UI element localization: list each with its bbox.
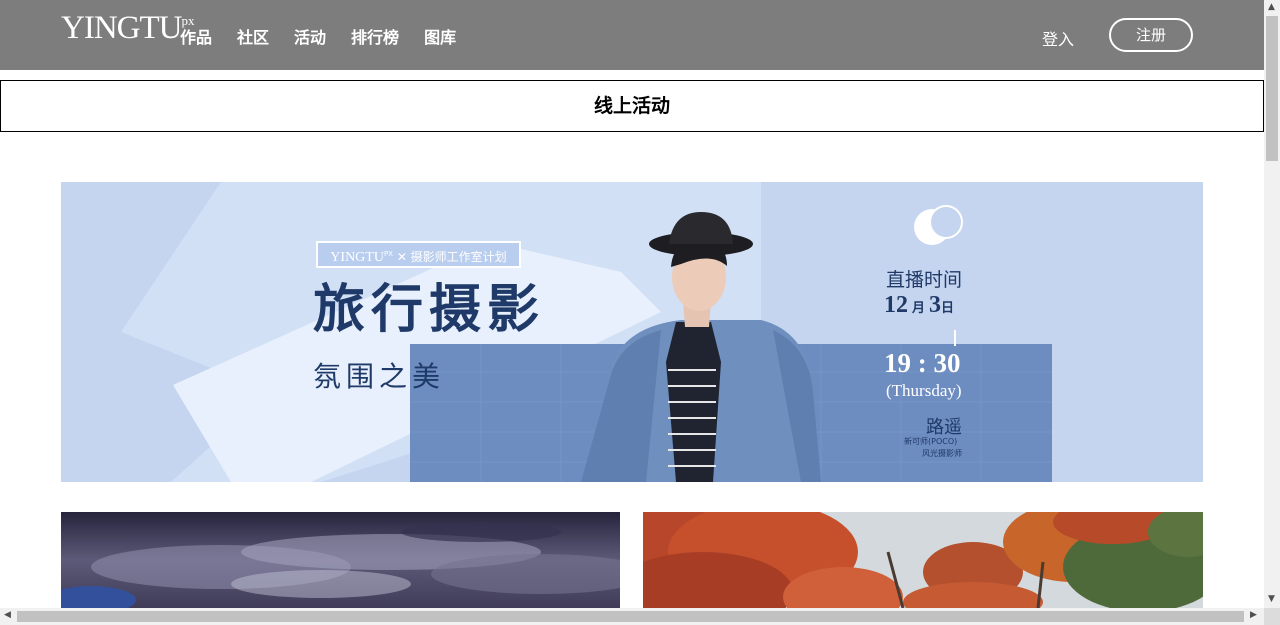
banner-brand-box: YINGTUPX ✕ 摄影师工作室计划: [316, 241, 521, 268]
date-day-unit: 日: [941, 300, 955, 315]
nav-item-community[interactable]: 社区: [237, 24, 269, 48]
host-note-2: 风光摄影师: [922, 449, 962, 458]
nav-item-events[interactable]: 活动: [294, 24, 326, 48]
host-note-1: 新可师(POCO): [904, 437, 958, 446]
date-month-number: 12: [884, 292, 908, 318]
date-day-number: 3: [929, 292, 942, 318]
site-header: YINGTUpx 作品 社区 活动 排行榜 图库 登入 注册: [0, 0, 1264, 70]
event-thumbnail-storm[interactable]: [61, 512, 620, 608]
event-thumbnail-autumn[interactable]: [643, 512, 1203, 608]
autumn-trees-image: [643, 512, 1203, 608]
nav-item-works[interactable]: 作品: [180, 24, 212, 48]
scroll-up-arrow-icon[interactable]: ▲: [1268, 2, 1275, 12]
banner-subtitle: 氛围之美: [313, 360, 446, 393]
section-title: 线上活动: [0, 80, 1264, 132]
login-link[interactable]: 登入: [1042, 26, 1074, 50]
logo-text: YINGTU: [61, 10, 182, 46]
banner-brand-tag: ✕ 摄影师工作室计划: [396, 250, 507, 264]
main-nav: 作品 社区 活动 排行榜 图库: [180, 24, 456, 48]
scrollbar-corner: [1264, 608, 1280, 625]
horizontal-scrollbar[interactable]: ◀ ▶: [0, 608, 1264, 625]
register-button[interactable]: 注册: [1109, 18, 1193, 52]
banner-brand-sup: PX: [383, 250, 393, 258]
horizontal-scroll-thumb[interactable]: [17, 611, 1244, 622]
event-banner[interactable]: YINGTUPX ✕ 摄影师工作室计划 旅行摄影 氛围之美 直播时间 12 月 …: [61, 182, 1203, 482]
banner-brand: YINGTU: [330, 250, 384, 265]
nav-item-gallery[interactable]: 图库: [424, 24, 456, 48]
banner-title: 旅行摄影: [313, 279, 546, 340]
vertical-scrollbar[interactable]: ▲ ▼: [1264, 0, 1280, 608]
vertical-scroll-thumb[interactable]: [1266, 16, 1278, 161]
live-date: 12 月 3日: [884, 292, 954, 319]
banner-art: [61, 182, 1203, 482]
live-time: 19 : 30: [884, 348, 961, 378]
live-label: 直播时间: [886, 269, 963, 291]
scroll-left-arrow-icon[interactable]: ◀: [4, 610, 11, 620]
live-weekday: (Thursday): [886, 381, 962, 400]
date-month-unit: 月: [912, 300, 926, 315]
scroll-down-arrow-icon[interactable]: ▼: [1268, 594, 1275, 604]
storm-sky-image: [61, 512, 620, 608]
site-logo[interactable]: YINGTUpx: [61, 12, 194, 45]
scroll-right-arrow-icon[interactable]: ▶: [1250, 610, 1257, 620]
nav-item-rankings[interactable]: 排行榜: [351, 24, 399, 48]
